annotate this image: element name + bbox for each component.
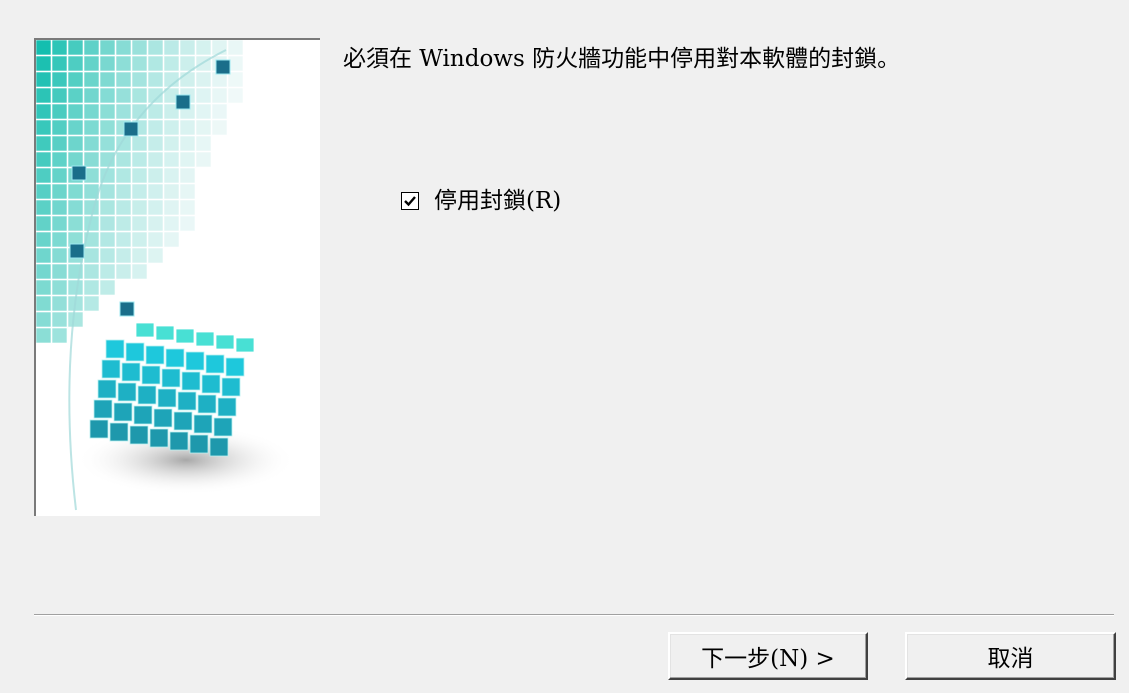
next-button[interactable]: 下一步(N) > (668, 632, 868, 680)
instruction-message: 必須在 Windows 防火牆功能中停用對本軟體的封鎖。 (343, 46, 901, 72)
disable-block-label[interactable]: 停用封鎖(R) (434, 186, 561, 216)
disable-block-checkbox-row[interactable]: 停用封鎖(R) (401, 186, 561, 216)
cancel-button[interactable]: 取消 (905, 632, 1116, 680)
disable-block-checkbox[interactable] (401, 192, 419, 210)
footer-separator (34, 614, 1114, 616)
cube-grid-illustration (36, 40, 320, 516)
checkmark-icon (404, 196, 416, 207)
banner-image (34, 38, 320, 516)
